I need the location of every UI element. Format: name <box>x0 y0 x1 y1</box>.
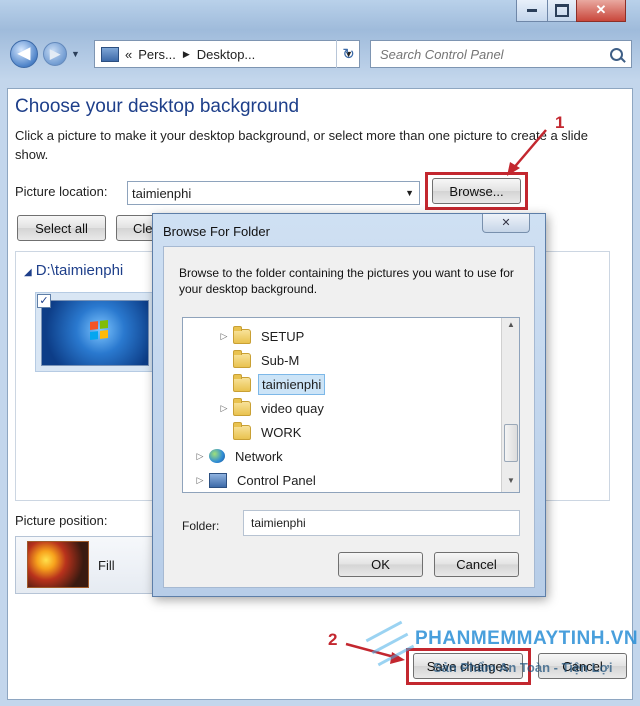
step2-label: 2 <box>328 630 338 649</box>
watermark-text: PHANMEMMAYTINH.VN <box>415 628 639 649</box>
watermark-subtext: Sản Phẩm An Toàn - Tiện Lợi <box>433 660 613 675</box>
step1-arrow <box>511 129 547 171</box>
annotation-overlay <box>345 129 547 664</box>
watermark-logo-icon <box>360 620 420 674</box>
step1-label: 1 <box>555 113 565 132</box>
